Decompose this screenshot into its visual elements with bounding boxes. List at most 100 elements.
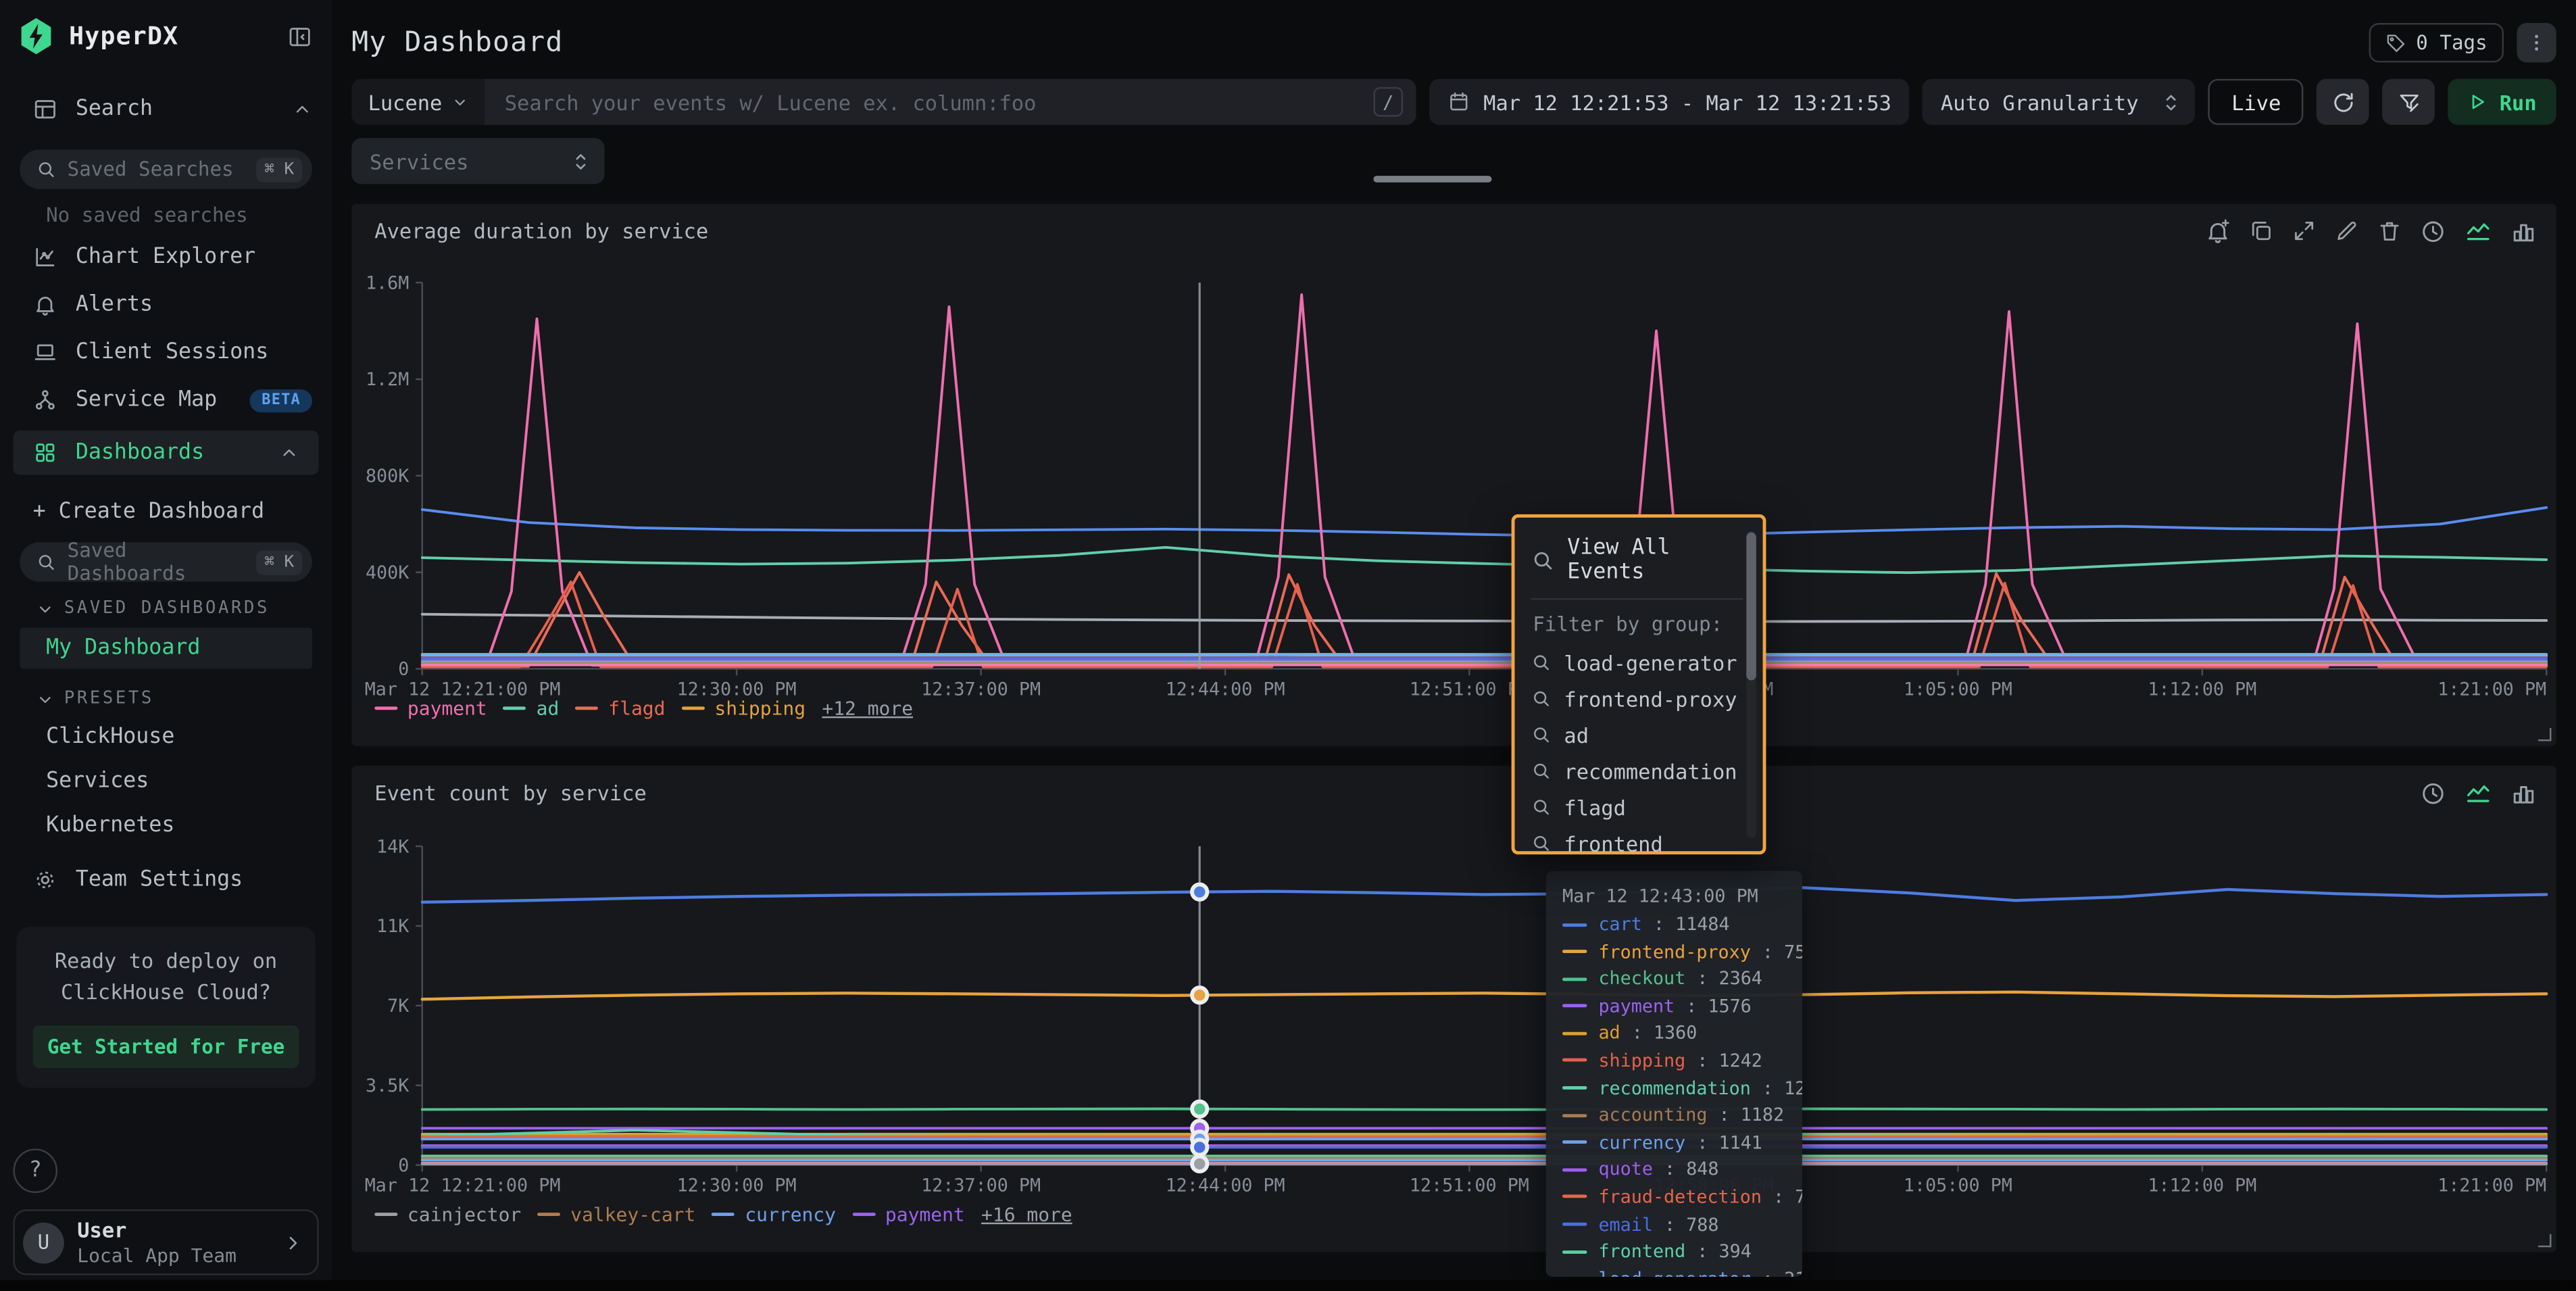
- create-dashboard-label: + Create Dashboard: [33, 500, 312, 524]
- search-icon: [1531, 761, 1551, 781]
- select-chevrons-icon: [2162, 91, 2181, 113]
- tooltip-row: quote: 848: [1562, 1159, 1786, 1181]
- sidebar-item-service-map[interactable]: Service Map BETA: [0, 376, 332, 424]
- saved-searches-input[interactable]: Saved Searches ⌘ K: [20, 149, 312, 189]
- popup-scrollbar-thumb[interactable]: [1746, 533, 1756, 681]
- legend-item[interactable]: shipping: [682, 697, 806, 720]
- refresh-button[interactable]: [2317, 79, 2370, 125]
- sidebar-item-chart-explorer[interactable]: Chart Explorer: [0, 233, 332, 281]
- bar-chart-icon[interactable]: [2510, 218, 2537, 244]
- svg-text:12:51:00 PM: 12:51:00 PM: [1410, 1175, 1529, 1196]
- legend-item[interactable]: ad: [503, 697, 559, 720]
- dashboard-menu-button[interactable]: [2517, 23, 2556, 62]
- svg-text:3.5K: 3.5K: [366, 1075, 409, 1096]
- section-saved-dashboards[interactable]: SAVED DASHBOARDS: [0, 582, 332, 625]
- legend-item[interactable]: payment: [374, 697, 487, 720]
- section-label: SAVED DASHBOARDS: [64, 598, 270, 618]
- services-select[interactable]: Services: [351, 138, 604, 184]
- panel-toolbar: [2205, 217, 2537, 245]
- svg-text:1:21:00 PM: 1:21:00 PM: [2437, 1175, 2546, 1196]
- panel-resize-handle[interactable]: [2538, 728, 2551, 741]
- duplicate-icon[interactable]: [2249, 218, 2273, 243]
- search-input[interactable]: Search your events w/ Lucene ex. column:…: [485, 79, 1416, 125]
- search-placeholder: Search your events w/ Lucene ex. column:…: [505, 89, 1374, 114]
- search-icon: [1531, 797, 1551, 817]
- svg-text:12:44:00 PM: 12:44:00 PM: [1166, 679, 1285, 700]
- granularity-select[interactable]: Auto Granularity: [1923, 79, 2196, 125]
- event-count-chart[interactable]: 14K11K7K3.5K0Mar 12 12:21:00 PM12:30:00 …: [351, 766, 2556, 1252]
- event-count-svg: 14K11K7K3.5K0Mar 12 12:21:00 PM12:30:00 …: [351, 766, 2556, 1252]
- popup-filter-item[interactable]: recommendation: [1531, 752, 1743, 788]
- avg-duration-chart[interactable]: 1.6M1.2M800K400K0Mar 12 12:21:00 PM12:30…: [351, 203, 2556, 746]
- user-card[interactable]: U User Local App Team: [13, 1209, 318, 1275]
- legend-item[interactable]: currency: [712, 1203, 836, 1226]
- time-range-button[interactable]: Mar 12 12:21:53 - Mar 12 13:21:53: [1429, 79, 1910, 125]
- tags-button[interactable]: 0 Tags: [2369, 23, 2504, 62]
- popup-filter-item[interactable]: flagd: [1531, 789, 1743, 825]
- history-icon[interactable]: [2420, 780, 2446, 806]
- create-dashboard-button[interactable]: + Create Dashboard: [0, 481, 332, 535]
- live-button[interactable]: Live: [2208, 79, 2304, 125]
- svg-text:1:21:00 PM: 1:21:00 PM: [2437, 679, 2546, 700]
- section-presets[interactable]: PRESETS: [0, 672, 332, 714]
- popup-filter-item[interactable]: frontend: [1531, 825, 1743, 860]
- legend-item[interactable]: flagd: [576, 697, 666, 720]
- panel-drag-handle[interactable]: [1373, 176, 1491, 182]
- bar-chart-icon[interactable]: [2510, 780, 2537, 806]
- sidebar-item-alerts[interactable]: Alerts: [0, 281, 332, 329]
- tooltip-row: cart: 11484: [1562, 914, 1786, 935]
- chart-explorer-icon: [33, 245, 57, 269]
- get-started-button[interactable]: Get Started for Free: [33, 1025, 299, 1067]
- svg-text:1:05:00 PM: 1:05:00 PM: [1904, 679, 2012, 700]
- svg-text:1:05:00 PM: 1:05:00 PM: [1904, 1175, 2012, 1196]
- sidebar-item-clickhouse[interactable]: ClickHouse: [0, 715, 332, 760]
- sidebar-item-client-sessions[interactable]: Client Sessions: [0, 328, 332, 376]
- help-button[interactable]: ?: [13, 1148, 57, 1193]
- language-select[interactable]: Lucene: [351, 79, 485, 125]
- svg-text:0: 0: [398, 659, 409, 680]
- sidebar-item-team-settings[interactable]: Team Settings: [0, 848, 332, 904]
- line-chart-icon[interactable]: [2464, 217, 2492, 245]
- calendar-icon: [1447, 91, 1470, 114]
- laptop-icon: [33, 340, 57, 364]
- filter-button[interactable]: [2383, 79, 2435, 125]
- tooltip-row: load-generator: 216: [1562, 1268, 1786, 1277]
- query-bar: Lucene Search your events w/ Lucene ex. …: [351, 79, 1416, 125]
- edit-icon[interactable]: [2335, 218, 2359, 243]
- popup-filter-item[interactable]: ad: [1531, 716, 1743, 752]
- svg-text:12:44:00 PM: 12:44:00 PM: [1166, 1175, 1285, 1196]
- legend-item[interactable]: cainjector: [374, 1203, 521, 1226]
- popup-filter-item[interactable]: load-generator: [1531, 644, 1743, 680]
- popup-divider: [1531, 598, 1743, 600]
- alert-add-icon[interactable]: [2205, 218, 2231, 244]
- view-all-events-item[interactable]: View All Events: [1531, 533, 1743, 598]
- search-icon: [36, 160, 55, 179]
- panel-resize-handle[interactable]: [2538, 1234, 2551, 1247]
- app-root: HyperDX Search Saved Searches ⌘ K No sav…: [0, 0, 2576, 1291]
- expand-icon[interactable]: [2292, 218, 2316, 243]
- chevron-up-icon[interactable]: [293, 99, 312, 119]
- popup-filter-item[interactable]: frontend-proxy: [1531, 680, 1743, 716]
- sidebar-item-search[interactable]: Search: [0, 85, 332, 133]
- legend-item[interactable]: payment: [852, 1203, 964, 1226]
- chevron-up-icon[interactable]: [279, 443, 299, 462]
- history-icon[interactable]: [2420, 218, 2446, 244]
- filter-icon: [2397, 89, 2421, 114]
- tooltip-row: frontend-proxy: 7512: [1562, 941, 1786, 963]
- sidebar-item-kubernetes[interactable]: Kubernetes: [0, 804, 332, 848]
- legend-more-link[interactable]: +16 more: [981, 1203, 1072, 1226]
- sidebar-collapse-icon[interactable]: [287, 24, 312, 48]
- svg-text:14K: 14K: [376, 836, 409, 857]
- sidebar-item-services[interactable]: Services: [0, 759, 332, 804]
- chart-context-popup: View All Events Filter by group: load-ge…: [1512, 514, 1766, 854]
- tooltip-rows: cart: 11484frontend-proxy: 7512checkout:…: [1562, 914, 1786, 1277]
- delete-icon[interactable]: [2377, 218, 2402, 243]
- popup-scrollbar[interactable]: [1746, 531, 1756, 838]
- sidebar-item-dashboards[interactable]: Dashboards: [13, 431, 318, 475]
- sidebar-item-my-dashboard[interactable]: My Dashboard: [20, 628, 312, 669]
- legend-item[interactable]: valkey-cart: [538, 1203, 696, 1226]
- saved-dashboards-input[interactable]: Saved Dashboards ⌘ K: [20, 542, 312, 581]
- line-chart-icon[interactable]: [2464, 779, 2492, 806]
- run-button[interactable]: Run: [2448, 79, 2556, 125]
- legend-more-link[interactable]: +12 more: [822, 697, 913, 720]
